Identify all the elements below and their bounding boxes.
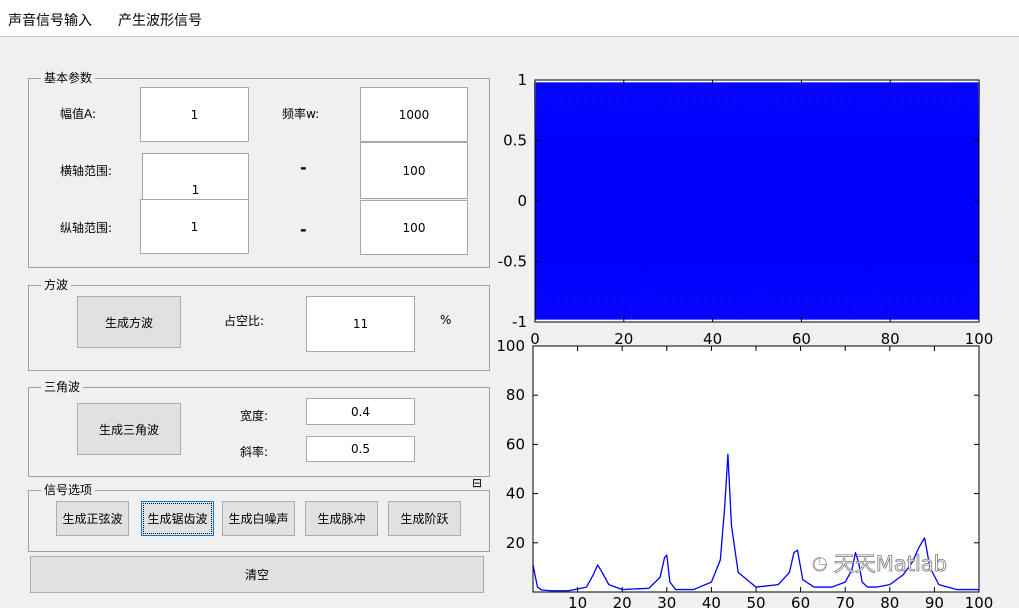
amplitude-input[interactable]: 1 (140, 87, 249, 142)
percent-label: % (440, 313, 452, 327)
watermark-text: 天天Matlab (833, 552, 947, 577)
y-tick-label: -1 (512, 313, 527, 331)
y-tick-label: 1 (517, 71, 527, 89)
y-tick-label: 20 (506, 534, 525, 552)
slope-input[interactable]: 0.5 (306, 436, 415, 462)
triangle-wave-title: 三角波 (41, 379, 84, 395)
xrange-label: 横轴范围: (60, 164, 113, 178)
menu-bar: 声音信号输入 产生波形信号 (0, 0, 1019, 37)
generate-triangle-button[interactable]: 生成三角波 (77, 403, 181, 455)
generate-white-noise-button[interactable]: 生成白噪声 (222, 501, 295, 536)
yrange-max-input[interactable]: 100 (360, 200, 468, 255)
duty-label: 占空比: (224, 314, 265, 328)
generate-sine-button[interactable]: 生成正弦波 (56, 501, 129, 536)
y-tick-label: 0 (517, 192, 527, 210)
generate-impulse-button[interactable]: 生成脉冲 (305, 501, 378, 536)
y-tick-label: 0.5 (503, 132, 527, 150)
y-tick-label: 60 (506, 435, 525, 453)
slope-label: 斜率: (240, 445, 269, 459)
width-label: 宽度: (240, 409, 269, 423)
resize-handle-icon[interactable]: ⊟ (472, 476, 482, 490)
menu-audio-input[interactable]: 声音信号输入 (8, 10, 92, 30)
frequency-label: 频率w: (282, 107, 320, 121)
y-tick-label: 40 (506, 485, 525, 503)
generate-square-button[interactable]: 生成方波 (77, 296, 181, 348)
frequency-input[interactable]: 1000 (360, 87, 468, 142)
xrange-max-input[interactable]: 100 (360, 142, 468, 199)
signal-options-title: 信号选项 (41, 482, 96, 498)
series-fill (536, 82, 978, 320)
waveform-plot: 0 20 40 60 80 100-1-0.500.51 (498, 71, 994, 348)
clear-button[interactable]: 清空 (30, 556, 484, 593)
yrange-min-input[interactable]: 1 (140, 199, 249, 254)
y-tick-label: -0.5 (498, 253, 527, 271)
duty-input[interactable]: 11 (306, 296, 415, 352)
amplitude-label: 幅值A: (60, 107, 97, 121)
width-input[interactable]: 0.4 (306, 398, 415, 425)
generate-step-button[interactable]: 生成阶跃 (388, 501, 461, 536)
wechat-icon: ◔ (812, 552, 828, 574)
square-wave-title: 方波 (41, 277, 72, 293)
menu-generate-wave[interactable]: 产生波形信号 (118, 10, 202, 30)
watermark: ◔ 天天Matlab (812, 548, 948, 578)
yrange-dash: - (300, 220, 307, 239)
xrange-dash: - (300, 158, 307, 177)
generate-sawtooth-button[interactable]: 生成锯齿波 (141, 501, 214, 536)
yrange-label: 纵轴范围: (60, 221, 113, 235)
y-tick-label: 100 (496, 337, 525, 355)
y-tick-label: 80 (506, 386, 525, 404)
basic-params-title: 基本参数 (41, 70, 96, 86)
